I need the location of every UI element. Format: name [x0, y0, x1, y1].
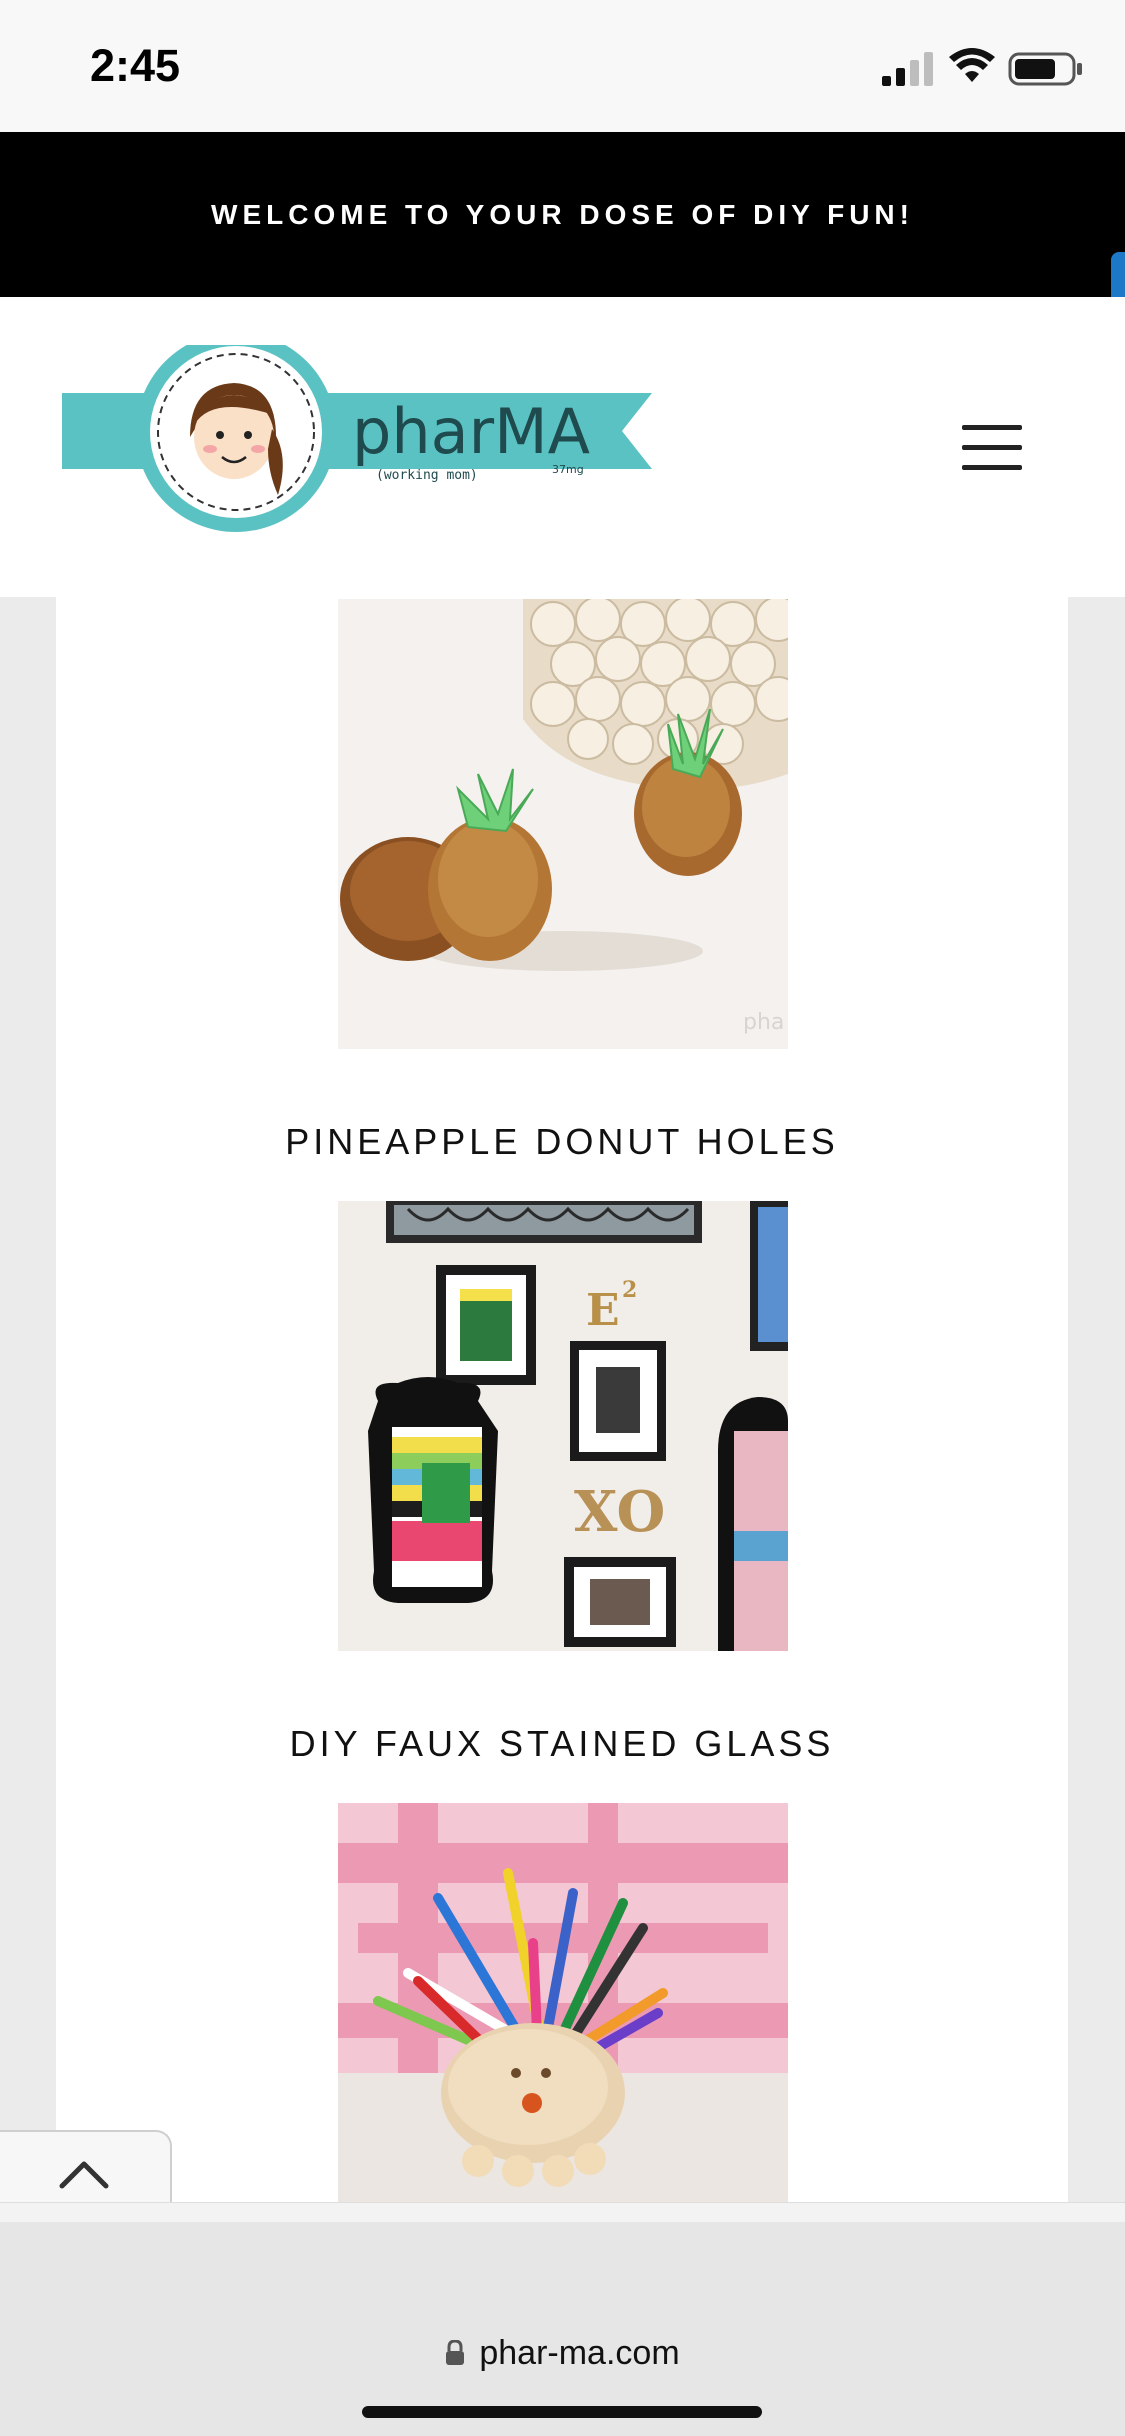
pharma-logo[interactable]: pharMA (working mom) 37mg — [62, 345, 652, 545]
battery-icon — [1008, 52, 1082, 86]
svg-text:pha: pha — [743, 1010, 784, 1035]
toolbar-divider — [0, 2202, 1125, 2222]
logo-dose: 37mg — [552, 463, 584, 476]
svg-text:XO: XO — [574, 1479, 665, 1545]
logo-wordmark: pharMA — [352, 395, 590, 468]
signal-icon — [882, 52, 933, 86]
welcome-banner: WELCOME TO YOUR DOSE OF DIY FUN! — [0, 132, 1125, 297]
pineapple-donut-holes-photo[interactable]: pha — [338, 599, 788, 1049]
svg-text:E: E — [586, 1285, 620, 1336]
home-indicator[interactable] — [362, 2406, 762, 2418]
phone-screen: 2:45 WELCOME TO YOUR DOSE OF DIY FUN! ph… — [0, 0, 1125, 2436]
post-title[interactable]: DIY FAUX STAINED GLASS — [56, 1723, 1068, 1765]
post-list: pha PINEAPPLE DONUT HOLES E 2 XO DIY FAU… — [56, 597, 1068, 2207]
gallery-wall-photo[interactable]: E 2 XO — [338, 1201, 788, 1651]
status-bar: 2:45 — [0, 0, 1125, 132]
hedgehog-pencil-holder-photo[interactable] — [338, 1803, 788, 2203]
browser-address-bar: phar-ma.com — [0, 2222, 1125, 2436]
post-title[interactable]: PINEAPPLE DONUT HOLES — [56, 1121, 1068, 1163]
status-time: 2:45 — [90, 40, 181, 91]
wifi-icon — [949, 48, 995, 82]
address-field[interactable]: phar-ma.com — [0, 2328, 1125, 2378]
logo-subtext: (working mom) — [376, 468, 478, 483]
back-to-top-button[interactable] — [0, 2130, 172, 2210]
site-header: pharMA (working mom) 37mg — [0, 297, 1125, 597]
hamburger-menu-icon[interactable] — [962, 425, 1026, 475]
lock-icon — [446, 2340, 465, 2365]
chevron-up-icon — [59, 2161, 109, 2189]
url-text: phar-ma.com — [479, 2333, 680, 2372]
svg-text:2: 2 — [622, 1277, 637, 1303]
welcome-banner-text: WELCOME TO YOUR DOSE OF DIY FUN! — [211, 198, 914, 230]
